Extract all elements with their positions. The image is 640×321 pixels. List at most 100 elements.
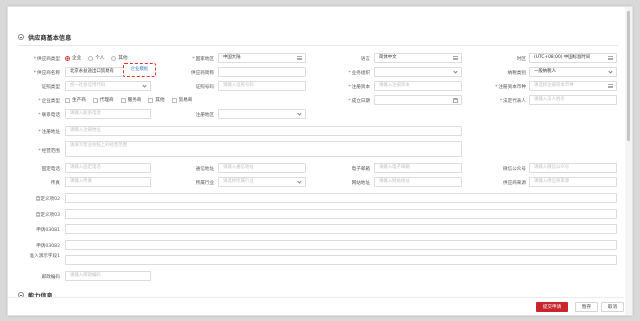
business-org-select[interactable] bbox=[374, 67, 462, 77]
postal-code-input[interactable]: 请输入邮政编码 bbox=[65, 271, 151, 281]
radio-option-other[interactable]: 其他 bbox=[111, 55, 128, 61]
legal-rep-label: *法定代表人 bbox=[499, 99, 526, 104]
section-basic-info-title: 供应商基本信息 bbox=[28, 34, 72, 42]
cert-number-label: 证照号码 bbox=[195, 85, 214, 90]
comm-address-label: 通信地址 bbox=[195, 167, 214, 172]
custom02-input[interactable] bbox=[65, 193, 617, 203]
legal-rep-input[interactable]: 请输入法人姓名 bbox=[529, 95, 617, 105]
reg-region-label: 注册地区 bbox=[195, 113, 214, 118]
timezone-label: 时区 bbox=[516, 57, 526, 62]
radio-icon[interactable] bbox=[65, 55, 70, 61]
email-label: 电子邮箱 bbox=[351, 167, 370, 172]
cert-type-label: 证照类型 bbox=[41, 85, 60, 90]
checkbox-icon[interactable] bbox=[171, 97, 177, 103]
fixed-phone-input[interactable]: 请输入固定电话 bbox=[65, 163, 151, 173]
radio-option-individual[interactable]: 个人 bbox=[88, 55, 104, 61]
vertical-scrollbar[interactable] bbox=[625, 7, 632, 315]
apply03082-input[interactable] bbox=[65, 240, 617, 250]
checkbox-icon[interactable] bbox=[92, 97, 98, 103]
section-basic-info-header[interactable]: 供应商基本信息 bbox=[18, 31, 71, 43]
form-footer: 提交申请 暂存 取消 bbox=[8, 297, 624, 315]
business-org-label: *业务组织 bbox=[348, 71, 370, 76]
checkbox-option-other[interactable]: 其他 bbox=[148, 97, 165, 103]
radio-option-enterprise[interactable]: 企业 bbox=[65, 55, 81, 61]
chevron-down-icon bbox=[142, 83, 147, 88]
form-content: 供应商基本信息 *供应商类型 企业 个人 其他 *国家地区 中国大陆 语言 简体… bbox=[8, 7, 624, 315]
contact-phone-input[interactable]: 请输入联系电话 bbox=[65, 109, 151, 119]
reg-capital-label: *注册资本 bbox=[348, 85, 370, 90]
enterprise-template-badge[interactable]: 企业模板 bbox=[123, 63, 156, 77]
cert-type-select[interactable]: 统一社会信用代码 bbox=[65, 81, 151, 91]
tax-category-select[interactable]: 一般纳税人 bbox=[529, 67, 617, 77]
checkbox-icon[interactable] bbox=[65, 97, 70, 103]
section-divider bbox=[18, 45, 618, 46]
supplier-form-panel: 供应商基本信息 *供应商类型 企业 个人 其他 *国家地区 中国大陆 语言 简体… bbox=[7, 6, 633, 316]
list-icon bbox=[608, 84, 613, 88]
reg-address-input[interactable]: 请输入注册地址 bbox=[65, 126, 462, 136]
language-select[interactable]: 简体中文 bbox=[374, 53, 462, 63]
company-nature-label: *企业类型 bbox=[38, 99, 60, 104]
reg-address-label: *注册地址 bbox=[38, 130, 60, 135]
chevron-down-icon bbox=[608, 69, 613, 74]
checkbox-icon[interactable] bbox=[148, 97, 154, 103]
apply03082-label: 申请03082 bbox=[36, 244, 60, 249]
access-demo-field-label: 准入演示字段1 bbox=[29, 254, 61, 259]
capital-currency-label: *注册资本币种 bbox=[495, 85, 526, 90]
source-input[interactable]: 请输入供应商来源 bbox=[529, 177, 617, 187]
found-date-picker[interactable] bbox=[374, 95, 462, 105]
country-label: *国家地区 bbox=[192, 57, 214, 62]
industry-label: 所属行业 bbox=[195, 181, 214, 186]
company-nature-checkbox-group: 生产商 代理商 服务商 其他 贸易商 bbox=[65, 95, 199, 105]
chevron-down-icon bbox=[453, 69, 458, 74]
reg-region-select[interactable] bbox=[218, 109, 306, 119]
radio-icon[interactable] bbox=[88, 55, 94, 61]
supplier-name-label: *供应商名称 bbox=[33, 71, 60, 76]
reg-capital-input[interactable]: 请输入注册资本 bbox=[374, 81, 462, 91]
custom03-label: 自定义项03 bbox=[35, 213, 60, 218]
calendar-icon[interactable] bbox=[453, 98, 458, 103]
website-label: 网站地址 bbox=[351, 181, 370, 186]
source-label: 供应商来源 bbox=[503, 181, 526, 186]
radio-icon[interactable] bbox=[111, 55, 117, 61]
supplier-type-label: *供应商类型 bbox=[33, 57, 60, 62]
business-scope-textarea[interactable]: 请填写营业执照上的经营范围 bbox=[65, 141, 462, 157]
short-name-label: 供应商简称 bbox=[191, 71, 214, 76]
business-scope-label: *经营范围 bbox=[38, 149, 60, 154]
timezone-select[interactable]: (UTC+08:00) 中国标准时间 bbox=[529, 53, 617, 63]
wechat-input[interactable]: 请输入微信公众号 bbox=[529, 163, 617, 173]
checkbox-icon[interactable] bbox=[120, 97, 126, 103]
checkbox-option-trader[interactable]: 贸易商 bbox=[171, 97, 192, 103]
custom02-label: 自定义项02 bbox=[35, 197, 60, 202]
save-draft-button[interactable]: 暂存 bbox=[575, 302, 598, 312]
capital-currency-select[interactable]: 请选择注册资本币种 bbox=[529, 81, 617, 91]
supplier-type-radio-group: 企业 个人 其他 bbox=[65, 53, 135, 63]
access-demo-field-input[interactable] bbox=[65, 255, 617, 265]
submit-button[interactable]: 提交申请 bbox=[536, 302, 568, 312]
postal-code-label: 邮政编码 bbox=[41, 275, 60, 280]
country-select[interactable]: 中国大陆 bbox=[218, 53, 306, 63]
list-icon bbox=[297, 56, 302, 60]
apply03081-label: 申请03081 bbox=[36, 228, 60, 233]
tax-category-label: 纳税类别 bbox=[507, 71, 526, 76]
fax-input[interactable]: 请输入传真 bbox=[65, 177, 151, 187]
comm-address-input[interactable]: 请输入通信地址 bbox=[218, 163, 306, 173]
scrollbar-thumb[interactable] bbox=[627, 11, 630, 141]
list-icon bbox=[453, 56, 458, 60]
industry-select[interactable]: 请选择所属行业 bbox=[218, 177, 306, 187]
custom03-input[interactable] bbox=[65, 209, 617, 219]
checkbox-option-manufacturer[interactable]: 生产商 bbox=[65, 97, 86, 103]
chevron-down-icon bbox=[297, 179, 302, 184]
cancel-button[interactable]: 取消 bbox=[601, 302, 624, 312]
list-icon bbox=[608, 56, 613, 60]
collapse-icon[interactable] bbox=[18, 34, 24, 40]
language-label: 语言 bbox=[360, 57, 370, 62]
apply03081-input[interactable] bbox=[65, 224, 617, 234]
cert-number-input[interactable]: 请输入证照号码 bbox=[218, 81, 306, 91]
checkbox-option-agent[interactable]: 代理商 bbox=[92, 97, 114, 103]
found-date-label: *成立日期 bbox=[348, 99, 370, 104]
short-name-input[interactable] bbox=[218, 67, 306, 77]
website-input[interactable]: 请输入网站地址 bbox=[374, 177, 462, 187]
fixed-phone-label: 固定电话 bbox=[41, 167, 60, 172]
email-input[interactable]: 请输入电子邮箱 bbox=[374, 163, 462, 173]
checkbox-option-service[interactable]: 服务商 bbox=[120, 97, 141, 103]
